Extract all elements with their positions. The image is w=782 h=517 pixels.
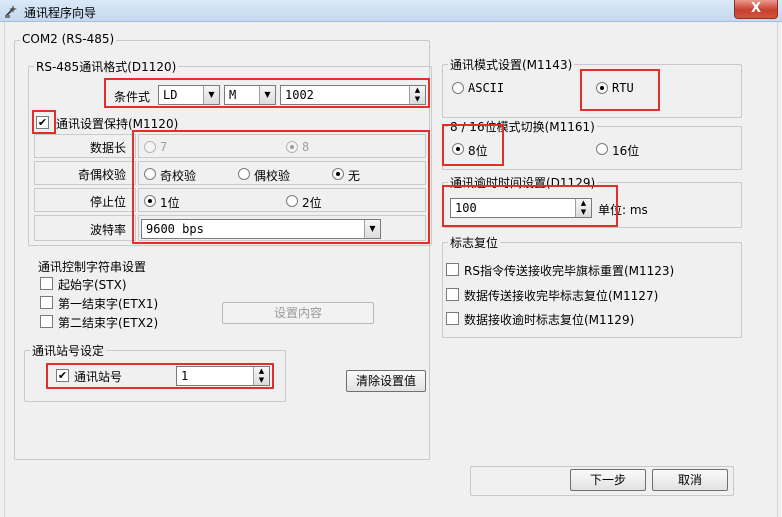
flag-reset-checkbox-m1129[interactable]: [446, 312, 459, 325]
highlight-timeout: [442, 185, 618, 227]
wizard-app-icon: [5, 5, 17, 18]
set-content-button[interactable]: 设置内容: [222, 302, 374, 324]
flag-reset-group-title: 标志复位: [448, 234, 501, 251]
etx2-label: 第二结束字(ETX2): [58, 316, 159, 330]
etx1-label: 第一结束字(ETX1): [58, 297, 159, 311]
stx-checkbox[interactable]: [40, 277, 53, 290]
highlight-rtu: [580, 69, 660, 111]
etx2-checkbox[interactable]: [40, 315, 53, 328]
port-group-title: COM2 (RS-485): [20, 32, 117, 46]
flag-reset-checkbox-m1123[interactable]: [446, 263, 459, 276]
flag-reset-checkbox-m1127[interactable]: [446, 288, 459, 301]
flag-reset-label-m1129: 数据接收逾时标志复位(M1129): [464, 313, 635, 327]
flag-reset-label-m1127: 数据传送接收完毕标志复位(M1127): [464, 289, 659, 303]
highlight-station: [46, 363, 274, 389]
highlight-hold: [32, 110, 56, 134]
highlight-condition: [104, 78, 430, 108]
format-group-title: RS-485通讯格式(D1120): [34, 58, 179, 75]
baud-rate-label: 波特率: [90, 223, 127, 237]
highlight-8bit: [442, 124, 504, 166]
flag-reset-label-m1123: RS指令传送接收完毕旗标重置(M1123): [464, 264, 675, 278]
window-title: 通讯程序向导: [24, 6, 97, 20]
control-chars-title: 通讯控制字符串设置: [38, 260, 147, 274]
bit-mode-option-16: 16位: [612, 144, 640, 158]
clear-settings-button[interactable]: 清除设置值: [346, 370, 426, 392]
stx-label: 起始字(STX): [58, 278, 127, 292]
next-button[interactable]: 下一步: [570, 469, 646, 491]
stop-bit-label: 停止位: [90, 195, 127, 209]
close-button[interactable]: X: [734, 0, 778, 19]
bit-mode-radio-16[interactable]: [596, 143, 608, 155]
title-bar[interactable]: 通讯程序向导 X: [0, 0, 782, 22]
data-length-label: 数据长: [90, 141, 127, 155]
etx1-checkbox[interactable]: [40, 296, 53, 309]
mode-option-ascii: ASCII: [468, 81, 505, 95]
cancel-button[interactable]: 取消: [652, 469, 728, 491]
mode-radio-ascii[interactable]: [452, 82, 464, 94]
parity-label: 奇偶校验: [78, 168, 127, 182]
highlight-format-options: [132, 130, 430, 244]
station-group-title: 通讯站号设定: [30, 342, 107, 359]
mode-group-title: 通讯模式设置(M1143): [448, 56, 575, 73]
